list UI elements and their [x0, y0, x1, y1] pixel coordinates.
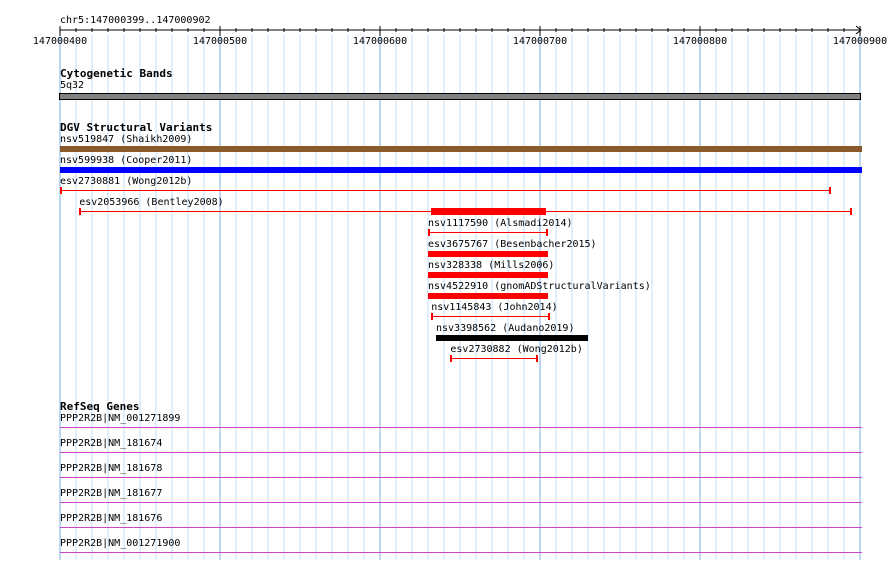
gene-label: PPP2R2B|NM_001271899	[60, 413, 181, 424]
variant-feature[interactable]	[60, 167, 862, 173]
refseq-track-title: RefSeq Genes	[60, 400, 140, 413]
variant-label: nsv1117590 (Alsmadi2014)	[428, 218, 573, 229]
cytoband-bar[interactable]	[59, 93, 861, 100]
coordinate-ruler: 147000400 147000500 147000600 147000700 1470…	[33, 25, 887, 47]
variant-label: esv3675767 (Besenbacher2015)	[428, 239, 597, 250]
variant-feature[interactable]	[436, 335, 588, 341]
ruler-tick-label: 147000400	[33, 36, 87, 47]
variant-label: esv2053966 (Bentley2008)	[79, 197, 224, 208]
variant-feature[interactable]	[60, 146, 862, 152]
variant-end-cap	[547, 313, 550, 320]
variant-feature[interactable]	[450, 355, 539, 362]
variant-feature[interactable]	[60, 187, 832, 194]
variant-label: nsv3398562 (Audano2019)	[436, 323, 575, 334]
gene-label: PPP2R2B|NM_181674	[60, 438, 163, 449]
gene-intron-line[interactable]	[60, 502, 862, 503]
gene-label: PPP2R2B|NM_181678	[60, 463, 163, 474]
variant-label: nsv599938 (Cooper2011)	[60, 155, 193, 166]
ruler-tick-label: 147000600	[353, 36, 407, 47]
gene-intron-line[interactable]	[60, 527, 862, 528]
variant-label: nsv4522910 (gnomADStructuralVariants)	[428, 281, 651, 292]
variant-feature[interactable]	[428, 229, 548, 236]
variant-feature[interactable]	[428, 251, 548, 257]
variant-line	[60, 190, 832, 191]
variant-end-cap	[546, 229, 548, 236]
variant-label: nsv519847 (Shaikh2009)	[60, 134, 193, 145]
gene-intron-line[interactable]	[60, 452, 862, 453]
variant-thick-segment	[431, 208, 547, 215]
cytoband-label: 5q32	[60, 80, 85, 91]
variant-end-cap	[536, 355, 539, 362]
variant-label: nsv1145843 (John2014)	[431, 302, 558, 313]
variant-end-cap	[450, 355, 453, 362]
variant-end-cap	[428, 229, 430, 236]
genome-browser-panel: chr5:147000399..147000902 147000400 14700…	[0, 0, 890, 566]
gene-intron-line[interactable]	[60, 427, 862, 428]
ruler-tick-label: 147000800	[673, 36, 727, 47]
ruler-tick-label: 147000500	[193, 36, 247, 47]
gene-intron-line[interactable]	[60, 552, 862, 553]
variant-end-cap	[849, 208, 852, 215]
ruler-tick-label: 147000900	[833, 36, 887, 47]
gene-label: PPP2R2B|NM_181676	[60, 513, 163, 524]
ruler-tick-label: 147000700	[513, 36, 567, 47]
variant-feature[interactable]	[428, 272, 548, 278]
variant-end-cap	[829, 187, 832, 194]
variant-end-cap	[79, 208, 82, 215]
variant-label: nsv328338 (Mills2006)	[428, 260, 555, 271]
variant-line	[450, 358, 539, 359]
variant-label: esv2730882 (Wong2012b)	[450, 344, 583, 355]
variant-label: esv2730881 (Wong2012b)	[60, 176, 193, 187]
gene-intron-line[interactable]	[60, 477, 862, 478]
variant-end-cap	[431, 313, 434, 320]
variant-feature[interactable]	[428, 293, 548, 299]
dgv-track-title: DGV Structural Variants	[60, 121, 213, 134]
variant-line	[428, 232, 548, 233]
gene-label: PPP2R2B|NM_001271900	[60, 538, 181, 549]
variant-feature[interactable]	[79, 208, 852, 215]
variant-end-cap	[60, 187, 62, 194]
cytoband-track-title: Cytogenetic Bands	[60, 67, 173, 80]
variant-line	[431, 316, 550, 317]
variant-feature[interactable]	[431, 313, 550, 320]
gene-label: PPP2R2B|NM_181677	[60, 488, 163, 499]
